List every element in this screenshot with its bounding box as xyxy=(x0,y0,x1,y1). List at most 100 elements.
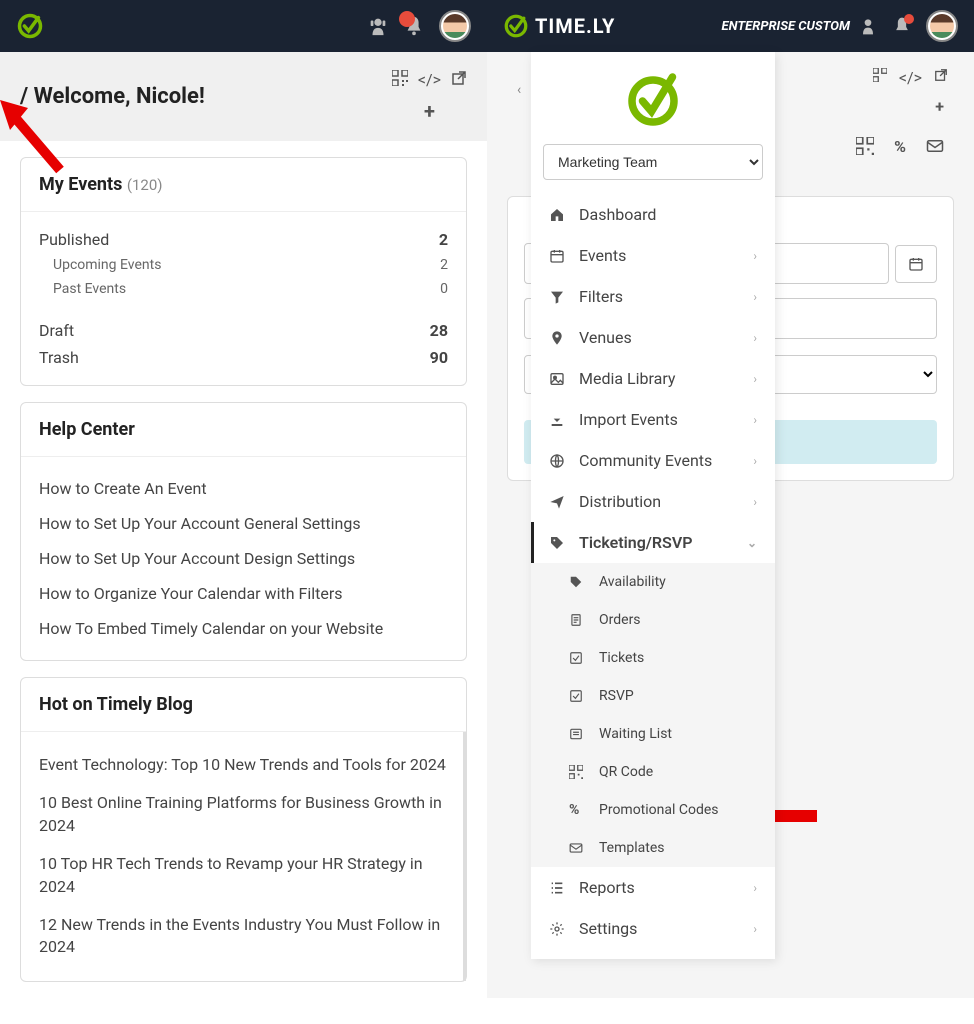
team-select[interactable]: Marketing Team xyxy=(543,144,763,180)
chevron-right-icon: › xyxy=(753,249,757,263)
trash-row[interactable]: Trash 90 xyxy=(39,344,448,371)
blog-item[interactable]: 10 Best Online Training Platforms for Bu… xyxy=(39,784,453,845)
my-events-header: My Events (120) xyxy=(21,158,466,212)
send-icon xyxy=(549,494,567,510)
pin-icon xyxy=(549,330,567,346)
nav-dashboard[interactable]: Dashboard xyxy=(531,194,775,235)
external-link-icon[interactable] xyxy=(451,70,467,89)
nav-label: Community Events xyxy=(579,451,712,470)
external-link-icon[interactable] xyxy=(934,68,948,87)
nav-import[interactable]: Import Events › xyxy=(531,399,775,440)
nav-label: Venues xyxy=(579,328,632,347)
subnav-qr-code[interactable]: QR Code xyxy=(531,753,775,791)
help-link[interactable]: How To Embed Timely Calendar on your Web… xyxy=(39,611,448,646)
mail-icon xyxy=(569,841,587,855)
chevron-right-icon: › xyxy=(753,331,757,345)
past-value: 0 xyxy=(440,281,448,297)
subnav-label: Promotional Codes xyxy=(599,802,719,818)
subnav-label: Availability xyxy=(599,574,666,590)
blog-item[interactable]: 12 New Trends in the Events Industry You… xyxy=(39,906,453,967)
percent-icon[interactable]: % xyxy=(894,137,906,156)
enterprise-label: ENTERPRISE CUSTOM xyxy=(722,19,850,34)
subnav-rsvp[interactable]: RSVP xyxy=(531,677,775,715)
qr-icon xyxy=(569,765,587,779)
percent-icon: % xyxy=(569,802,587,818)
qr-action-icon[interactable] xyxy=(856,137,874,156)
help-link[interactable]: How to Set Up Your Account General Setti… xyxy=(39,506,448,541)
nav-label: Ticketing/RSVP xyxy=(579,533,692,552)
chevron-right-icon: › xyxy=(753,413,757,427)
qr-icon[interactable] xyxy=(392,70,408,89)
help-link[interactable]: How to Organize Your Calendar with Filte… xyxy=(39,576,448,611)
add-icon[interactable]: + xyxy=(424,99,435,123)
blog-card: Hot on Timely Blog Event Technology: Top… xyxy=(20,677,467,982)
embed-icon[interactable]: </> xyxy=(899,68,922,87)
nav-settings[interactable]: Settings › xyxy=(531,908,775,949)
subnav-availability[interactable]: Availability xyxy=(531,563,775,601)
nav-label: Reports xyxy=(579,878,635,897)
draft-value: 28 xyxy=(430,321,448,340)
past-row[interactable]: Past Events 0 xyxy=(39,277,448,301)
qr-icon[interactable] xyxy=(873,68,887,87)
nav-label: Filters xyxy=(579,287,623,306)
chevron-right-icon: › xyxy=(753,372,757,386)
calendar-button[interactable] xyxy=(895,245,937,283)
subnav-templates[interactable]: Templates xyxy=(531,829,775,867)
welcome-bar: / Welcome, Nicole! </> + xyxy=(0,52,487,141)
help-link[interactable]: How to Set Up Your Account Design Settin… xyxy=(39,541,448,576)
nav-events[interactable]: Events › xyxy=(531,235,775,276)
upcoming-label: Upcoming Events xyxy=(53,257,161,273)
nav-filters[interactable]: Filters › xyxy=(531,276,775,317)
subnav-label: QR Code xyxy=(599,764,653,780)
published-row[interactable]: Published 2 xyxy=(39,226,448,253)
nav-label: Import Events xyxy=(579,410,678,429)
help-link[interactable]: How to Create An Event xyxy=(39,471,448,506)
nav-label: Distribution xyxy=(579,492,661,511)
ticketing-subnav: Availability Orders Tickets RSVP Waiting… xyxy=(531,563,775,867)
check-square-icon xyxy=(569,651,587,665)
logo-icon xyxy=(16,12,44,40)
upcoming-row[interactable]: Upcoming Events 2 xyxy=(39,253,448,277)
embed-icon[interactable]: </> xyxy=(418,70,441,89)
blog-item[interactable]: 10 Top HR Tech Trends to Revamp your HR … xyxy=(39,845,453,906)
topbar-left xyxy=(0,0,487,52)
tag-icon xyxy=(549,535,567,551)
mail-icon[interactable] xyxy=(926,137,944,156)
nav-label: Settings xyxy=(579,919,637,938)
add-icon[interactable]: + xyxy=(935,97,944,116)
nav-label: Dashboard xyxy=(579,205,656,224)
subnav-waiting-list[interactable]: Waiting List xyxy=(531,715,775,753)
chevron-right-icon: › xyxy=(753,495,757,509)
draft-row[interactable]: Draft 28 xyxy=(39,317,448,344)
support-icon[interactable] xyxy=(367,15,389,37)
subnav-orders[interactable]: Orders xyxy=(531,601,775,639)
avatar[interactable] xyxy=(926,10,958,42)
subnav-tickets[interactable]: Tickets xyxy=(531,639,775,677)
nav-distribution[interactable]: Distribution › xyxy=(531,481,775,522)
avatar[interactable] xyxy=(439,10,471,42)
my-events-title: My Events xyxy=(39,174,122,195)
page-title: / Welcome, Nicole! xyxy=(20,84,205,109)
nav-community[interactable]: Community Events › xyxy=(531,440,775,481)
subnav-promo[interactable]: % Promotional Codes xyxy=(531,791,775,829)
notifications-icon[interactable] xyxy=(892,16,912,36)
image-icon xyxy=(549,371,567,387)
draft-label: Draft xyxy=(39,321,74,340)
notifications-icon[interactable] xyxy=(403,15,425,37)
support-icon[interactable] xyxy=(858,16,878,36)
nav-media[interactable]: Media Library › xyxy=(531,358,775,399)
list-icon xyxy=(569,727,587,741)
help-center-card: Help Center How to Create An Event How t… xyxy=(20,402,467,661)
chevron-right-icon: › xyxy=(753,922,757,936)
published-value: 2 xyxy=(439,230,448,249)
nav-venues[interactable]: Venues › xyxy=(531,317,775,358)
nav-reports[interactable]: Reports › xyxy=(531,867,775,908)
chevron-right-icon: › xyxy=(753,454,757,468)
nav-ticketing[interactable]: Ticketing/RSVP ⌄ xyxy=(531,522,775,563)
blog-item[interactable]: Event Technology: Top 10 New Trends and … xyxy=(39,746,453,784)
help-center-title: Help Center xyxy=(21,403,466,457)
calendar-icon xyxy=(549,248,567,264)
trash-value: 90 xyxy=(430,348,448,367)
subnav-label: Orders xyxy=(599,612,641,628)
home-icon xyxy=(549,207,567,223)
